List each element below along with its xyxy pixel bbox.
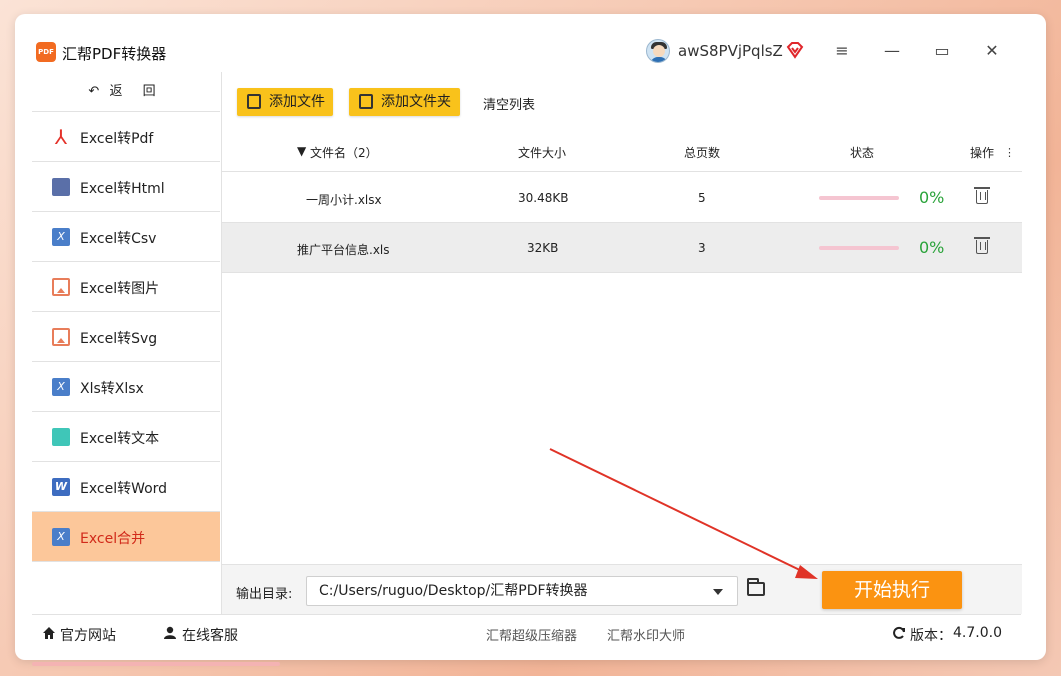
column-actions: 操作 bbox=[970, 146, 995, 160]
compressor-link[interactable]: 汇帮超级压缩器 bbox=[486, 625, 577, 644]
sidebar-item-label: Excel转Svg bbox=[80, 331, 158, 347]
bottom-decoration bbox=[32, 662, 280, 666]
delete-icon[interactable] bbox=[974, 187, 990, 204]
app-logo-icon: PDF bbox=[36, 42, 56, 62]
sidebar-item-label: Excel转文本 bbox=[80, 431, 160, 447]
sidebar-item-label: Excel转图片 bbox=[80, 281, 160, 297]
minimize-icon[interactable]: — bbox=[883, 42, 901, 60]
progress-bar bbox=[819, 246, 899, 250]
cell-filename: 推广平台信息.xls bbox=[297, 243, 390, 257]
svg-icon bbox=[52, 328, 70, 346]
add-folder-label: 添加文件夹 bbox=[381, 94, 451, 110]
cell-size: 32KB bbox=[527, 241, 559, 255]
add-file-button[interactable]: 添加文件 bbox=[237, 88, 333, 116]
toolbar: 添加文件 添加文件夹 清空列表 bbox=[222, 72, 1022, 129]
title-bar: PDF 汇帮PDF转换器 awS8PVjPqlsZ ≡ — ▭ ✕ bbox=[15, 14, 1046, 72]
maximize-icon[interactable]: ▭ bbox=[933, 42, 951, 60]
html-icon bbox=[52, 178, 70, 196]
version-label: 版本： bbox=[910, 628, 952, 644]
sidebar-item-xls-to-xlsx[interactable]: X Xls转Xlsx bbox=[32, 362, 220, 412]
clear-list-button[interactable]: 清空列表 bbox=[483, 94, 535, 113]
online-support-link[interactable]: 在线客服 bbox=[182, 625, 238, 645]
table-row[interactable]: 一周小计.xlsx 30.48KB 5 0% bbox=[222, 173, 1022, 223]
sidebar-item-excel-to-html[interactable]: Excel转Html bbox=[32, 162, 220, 212]
output-path-value: C:/Users/ruguo/Desktop/汇帮PDF转换器 bbox=[319, 583, 588, 599]
add-folder-icon bbox=[359, 94, 373, 109]
sidebar-item-label: Excel转Pdf bbox=[80, 131, 154, 147]
support-icon bbox=[164, 626, 176, 639]
sidebar-item-label: Excel合并 bbox=[80, 531, 146, 547]
sidebar-item-excel-to-word[interactable]: W Excel转Word bbox=[32, 462, 220, 512]
official-website-link[interactable]: 官方网站 bbox=[60, 625, 116, 645]
sidebar-item-excel-to-image[interactable]: Excel转图片 bbox=[32, 262, 220, 312]
app-title: 汇帮PDF转换器 bbox=[62, 45, 167, 63]
sidebar-item-excel-merge[interactable]: X Excel合并 bbox=[32, 512, 220, 562]
cell-filename: 一周小计.xlsx bbox=[306, 193, 382, 207]
add-file-icon bbox=[247, 94, 261, 109]
header-overflow-mark: ⋮ bbox=[1004, 146, 1015, 159]
image-icon bbox=[52, 278, 70, 296]
sidebar-item-label: Excel转Html bbox=[80, 181, 165, 197]
pdf-icon: ⅄ bbox=[54, 125, 68, 149]
column-filename[interactable]: 文件名（2） bbox=[310, 144, 378, 161]
add-folder-button[interactable]: 添加文件夹 bbox=[349, 88, 460, 116]
delete-icon[interactable] bbox=[974, 237, 990, 254]
app-window: PDF 汇帮PDF转换器 awS8PVjPqlsZ ≡ — ▭ ✕ ↶ 返 回 … bbox=[15, 14, 1046, 660]
output-bar: 输出目录: C:/Users/ruguo/Desktop/汇帮PDF转换器 开始… bbox=[222, 564, 1022, 614]
refresh-icon[interactable] bbox=[892, 626, 906, 640]
vip-diamond-icon[interactable] bbox=[786, 41, 804, 59]
table-header: ▼ 文件名（2） 文件大小 总页数 状态 操作 bbox=[222, 129, 1022, 172]
cell-pages: 3 bbox=[698, 241, 706, 255]
footer: 官方网站 在线客服 汇帮超级压缩器 汇帮水印大师 版本： 4.7.0.0 bbox=[32, 614, 1021, 652]
cell-size: 30.48KB bbox=[518, 191, 569, 205]
sort-down-icon[interactable]: ▼ bbox=[297, 144, 306, 158]
back-button[interactable]: ↶ 返 回 bbox=[32, 72, 220, 112]
username[interactable]: awS8PVjPqlsZ bbox=[678, 42, 783, 60]
folder-icon[interactable] bbox=[747, 578, 765, 596]
progress-bar bbox=[819, 196, 899, 200]
back-arrow-icon: ↶ bbox=[88, 84, 100, 99]
start-button[interactable]: 开始执行 bbox=[822, 571, 962, 609]
merge-icon: X bbox=[52, 528, 70, 546]
progress-percent: 0% bbox=[919, 238, 945, 257]
add-file-label: 添加文件 bbox=[269, 94, 325, 110]
menu-icon[interactable]: ≡ bbox=[833, 42, 851, 60]
back-label: 返 回 bbox=[109, 84, 164, 99]
sidebar-item-label: Excel转Csv bbox=[80, 231, 157, 247]
column-status: 状态 bbox=[850, 146, 875, 160]
table-row[interactable]: 推广平台信息.xls 32KB 3 0% bbox=[222, 223, 1022, 273]
word-icon: W bbox=[52, 478, 70, 496]
avatar[interactable] bbox=[646, 39, 670, 63]
output-path-select[interactable]: C:/Users/ruguo/Desktop/汇帮PDF转换器 bbox=[306, 576, 738, 606]
main-panel: 添加文件 添加文件夹 清空列表 ▼ 文件名（2） 文件大小 总页数 状态 操作 … bbox=[221, 72, 1022, 614]
sidebar-item-excel-to-csv[interactable]: X Excel转Csv bbox=[32, 212, 220, 262]
output-label: 输出目录: bbox=[236, 587, 293, 602]
xlsx-icon: X bbox=[52, 378, 70, 396]
progress-percent: 0% bbox=[919, 188, 945, 207]
sidebar-item-excel-to-pdf[interactable]: ⅄ Excel转Pdf bbox=[32, 112, 220, 162]
sidebar-item-label: Excel转Word bbox=[80, 481, 168, 497]
chevron-down-icon[interactable] bbox=[713, 589, 723, 595]
text-icon bbox=[52, 428, 70, 446]
sidebar: ↶ 返 回 ⅄ Excel转Pdf Excel转Html X Excel转Csv… bbox=[32, 72, 220, 614]
watermark-link[interactable]: 汇帮水印大师 bbox=[607, 625, 685, 644]
sidebar-item-excel-to-text[interactable]: Excel转文本 bbox=[32, 412, 220, 462]
column-size: 文件大小 bbox=[518, 146, 567, 160]
cell-pages: 5 bbox=[698, 191, 706, 205]
version-number: 4.7.0.0 bbox=[953, 625, 1002, 641]
sidebar-item-excel-to-svg[interactable]: Excel转Svg bbox=[32, 312, 220, 362]
sidebar-item-label: Xls转Xlsx bbox=[80, 381, 144, 397]
close-icon[interactable]: ✕ bbox=[983, 42, 1001, 60]
home-icon bbox=[43, 627, 55, 639]
csv-icon: X bbox=[52, 228, 70, 246]
column-pages: 总页数 bbox=[684, 146, 721, 160]
